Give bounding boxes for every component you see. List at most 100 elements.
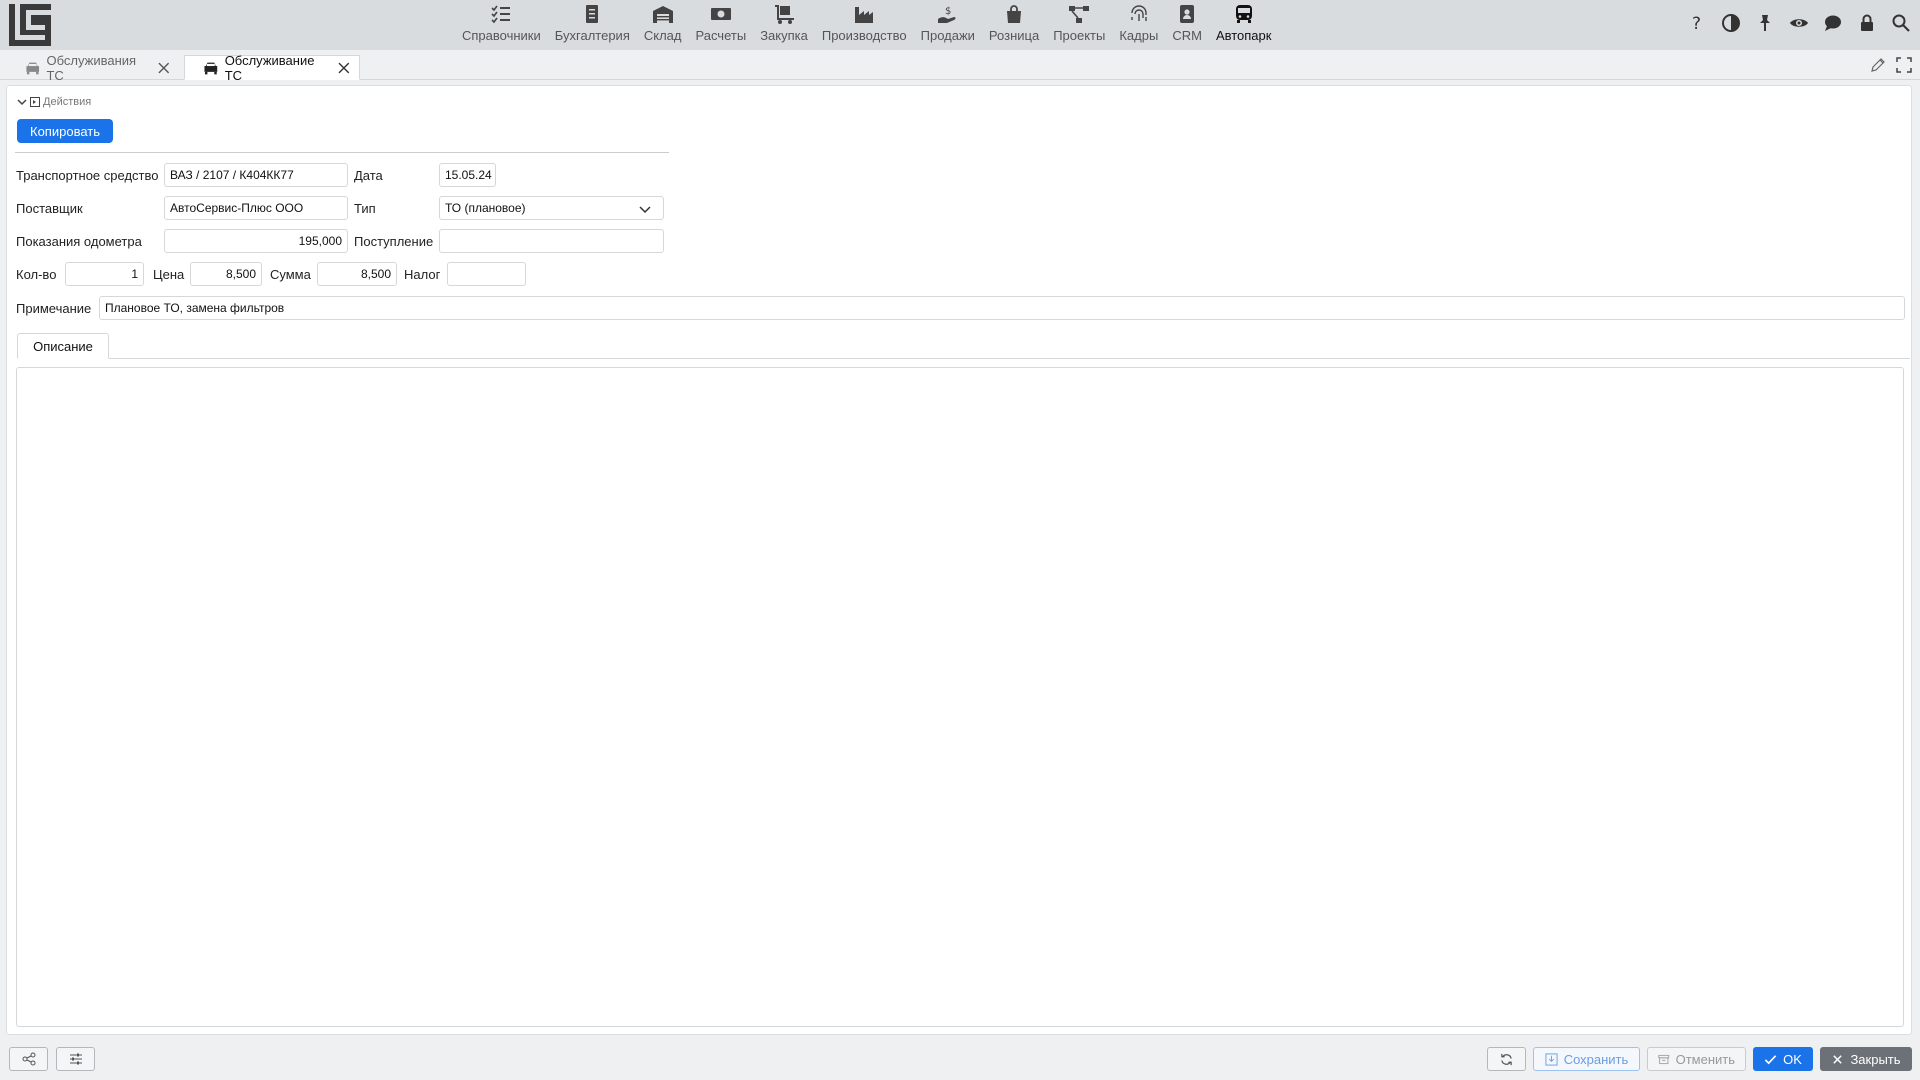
nav-label: Проекты xyxy=(1053,28,1106,43)
qty-field[interactable]: 1 xyxy=(65,262,144,286)
search-icon[interactable] xyxy=(1890,12,1912,34)
vehicle-label: Транспортное средство xyxy=(16,168,159,183)
sum-field[interactable]: 8,500 xyxy=(317,262,397,286)
contact-card-icon xyxy=(1180,5,1195,23)
lock-icon[interactable] xyxy=(1856,12,1878,34)
refresh-icon xyxy=(1501,1053,1512,1065)
type-select-value: ТО (плановое) xyxy=(445,201,526,215)
sum-label: Сумма xyxy=(270,267,311,282)
car-icon xyxy=(26,62,40,74)
save-button[interactable]: Сохранить xyxy=(1533,1047,1640,1071)
tab-description[interactable]: Описание xyxy=(17,333,109,359)
tax-label: Налог xyxy=(404,267,441,282)
nav-production[interactable]: Производство xyxy=(815,0,914,50)
top-navigation-bar: Справочники Бухгалтерия Склад Расчеты За… xyxy=(0,0,1920,50)
nav-sales[interactable]: $ Продажи xyxy=(914,0,982,50)
tab-maintenance-document[interactable]: Обслуживание ТС xyxy=(184,52,360,83)
actions-title: Действия xyxy=(43,96,92,108)
project-diagram-icon xyxy=(1069,6,1090,23)
tax-field[interactable] xyxy=(447,262,526,286)
footer-left-tools xyxy=(9,1047,95,1071)
save-icon xyxy=(1545,1052,1558,1066)
main-menu: Справочники Бухгалтерия Склад Расчеты За… xyxy=(455,0,1278,50)
nav-projects[interactable]: Проекты xyxy=(1046,0,1112,50)
close-tab-icon[interactable] xyxy=(157,61,171,75)
receipt-field[interactable] xyxy=(439,229,664,253)
app-logo[interactable] xyxy=(9,4,51,46)
sliders-icon xyxy=(69,1053,82,1065)
supplier-field[interactable]: АвтоСервис-Плюс ООО xyxy=(164,196,348,220)
nav-label: Справочники xyxy=(462,28,541,43)
save-label: Сохранить xyxy=(1563,1051,1629,1067)
divider xyxy=(15,152,669,153)
ok-label: OK xyxy=(1783,1051,1802,1067)
nav-purchasing[interactable]: Закупка xyxy=(753,0,815,50)
subtab-divider xyxy=(17,358,1910,359)
odometer-label: Показания одометра xyxy=(16,234,142,249)
vehicle-field[interactable]: ВАЗ / 2107 / К404КК77 xyxy=(164,163,348,187)
chevron-down-icon[interactable] xyxy=(639,203,651,215)
nav-label: Бухгалтерия xyxy=(554,28,630,43)
fingerprint-icon xyxy=(1131,5,1147,21)
supplier-label: Поставщик xyxy=(16,201,83,216)
nav-label: Закупка xyxy=(760,28,808,43)
nav-payments[interactable]: Расчеты xyxy=(688,0,753,50)
svg-text:$: $ xyxy=(945,6,951,17)
nav-label: Автопарк xyxy=(1215,28,1272,43)
copy-button[interactable]: Копировать xyxy=(17,119,113,143)
chat-icon[interactable] xyxy=(1822,12,1844,34)
ledger-icon xyxy=(586,5,599,23)
share-icon xyxy=(22,1052,35,1066)
document-form-panel: Действия Копировать Транспортное средств… xyxy=(6,85,1912,1035)
svg-text:?: ? xyxy=(1692,14,1701,33)
tab-label: Обслуживание ТС xyxy=(224,52,315,83)
type-label: Тип xyxy=(354,201,376,216)
tab-label: Обслуживания ТС xyxy=(46,52,137,83)
chevron-down-icon xyxy=(17,99,27,106)
factory-icon xyxy=(855,7,874,23)
nav-retail[interactable]: Розница xyxy=(982,0,1046,50)
nav-accounting[interactable]: Бухгалтерия xyxy=(548,0,637,50)
cancel-button[interactable]: Отменить xyxy=(1647,1047,1746,1071)
note-field[interactable]: Плановое ТО, замена фильтров xyxy=(99,296,1905,320)
date-field[interactable]: 15.05.24 xyxy=(439,163,496,187)
nav-label: Производство xyxy=(821,28,907,43)
share-button[interactable] xyxy=(9,1047,48,1071)
settings-button[interactable] xyxy=(56,1047,95,1071)
nav-directories[interactable]: Справочники xyxy=(455,0,548,50)
description-editor[interactable] xyxy=(16,367,1904,1027)
price-field[interactable]: 8,500 xyxy=(190,262,262,286)
nav-warehouse[interactable]: Склад xyxy=(637,0,689,50)
cancel-label: Отменить xyxy=(1675,1051,1735,1067)
pencil-icon[interactable] xyxy=(1870,57,1886,73)
nav-hr[interactable]: Кадры xyxy=(1112,0,1165,50)
nav-crm[interactable]: CRM xyxy=(1165,0,1209,50)
money-icon xyxy=(710,8,731,20)
warehouse-icon xyxy=(652,6,673,23)
fullscreen-icon[interactable] xyxy=(1896,57,1912,73)
pin-icon[interactable] xyxy=(1754,12,1776,34)
refresh-button[interactable] xyxy=(1487,1047,1526,1071)
actions-toggle[interactable]: Действия xyxy=(17,96,91,108)
car-icon xyxy=(204,62,218,74)
nav-label: Расчеты xyxy=(695,28,747,43)
theme-contrast-icon[interactable] xyxy=(1720,12,1742,34)
odometer-field[interactable]: 195,000 xyxy=(164,229,348,253)
document-tab-bar: Обслуживания ТС Обслуживание ТС xyxy=(0,50,1920,83)
nav-label: Кадры xyxy=(1119,28,1159,43)
tab-maintenance-list[interactable]: Обслуживания ТС xyxy=(6,52,180,83)
nav-fleet[interactable]: Автопарк xyxy=(1209,0,1279,50)
check-icon xyxy=(1764,1054,1777,1064)
nav-label: Продажи xyxy=(920,28,975,43)
dolly-icon xyxy=(775,5,795,24)
bus-icon xyxy=(1235,5,1252,23)
close-tab-icon[interactable] xyxy=(337,61,351,75)
eye-icon[interactable] xyxy=(1788,12,1810,34)
tab-tools xyxy=(1870,57,1912,73)
shopping-bag-icon xyxy=(1007,5,1022,23)
help-icon[interactable]: ? xyxy=(1686,12,1708,34)
ok-button[interactable]: OK xyxy=(1753,1047,1813,1071)
close-button[interactable]: Закрыть xyxy=(1820,1047,1912,1071)
hand-dollar-icon: $ xyxy=(937,6,956,23)
type-select[interactable]: ТО (плановое) xyxy=(439,196,664,220)
